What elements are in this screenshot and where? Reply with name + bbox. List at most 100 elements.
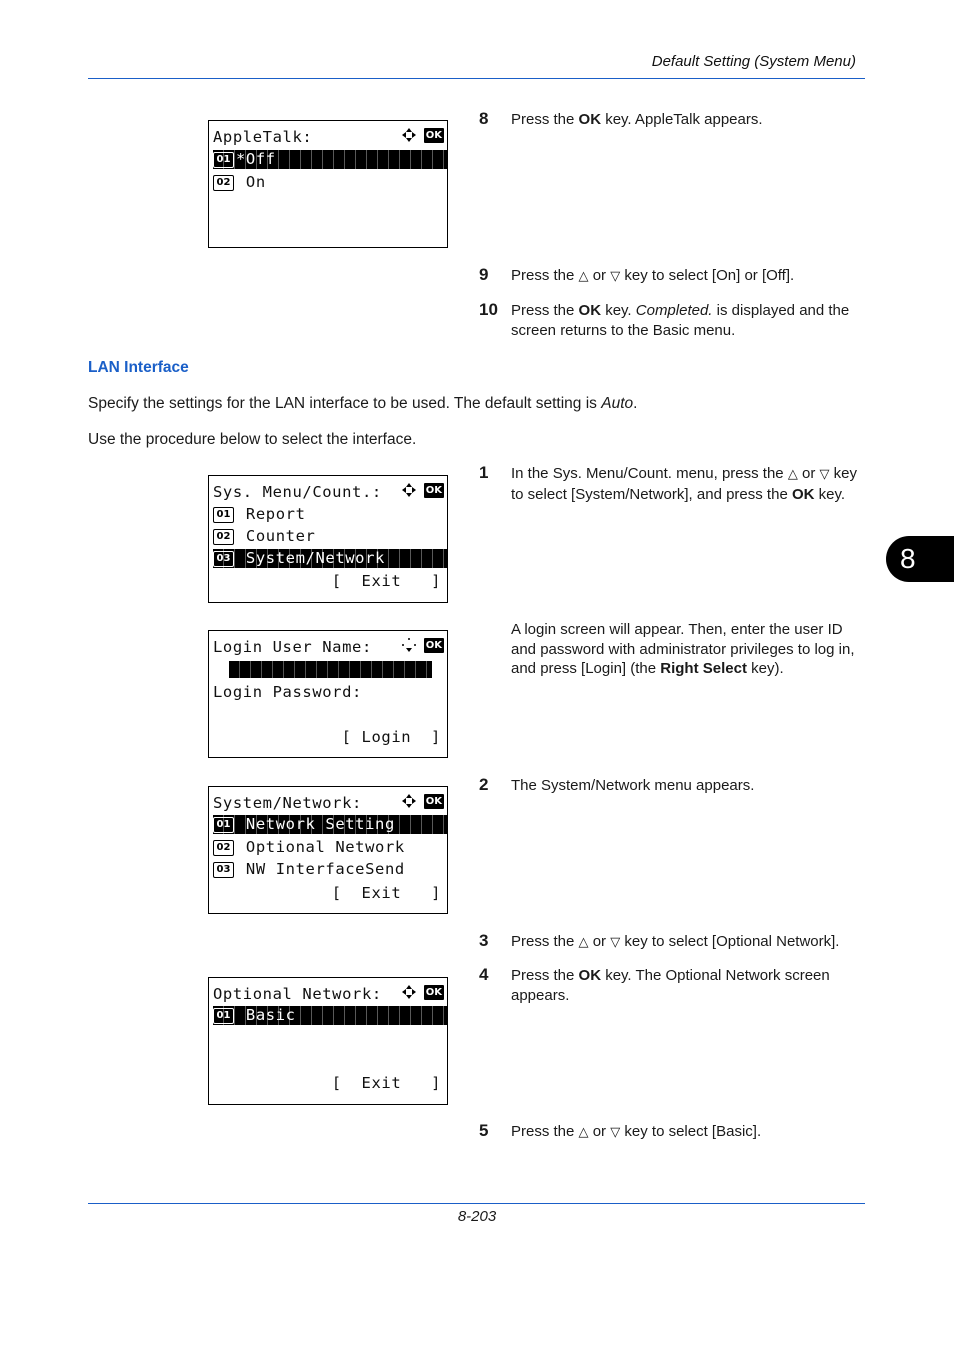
lcd-item-nw-interface-send: 03 NW InterfaceSend [213,860,447,879]
step-text: key. [601,302,636,319]
step-text: In the Sys. Menu/Count. menu, press the [511,465,788,482]
step-text: key to select [Basic]. [620,1123,762,1140]
step-2: 2 The System/Network menu appears. [479,775,869,796]
step-8: 8 Press the OK key. AppleTalk appears. [479,109,869,130]
lcd-item-counter: 02 Counter [213,527,447,546]
lcd-item-report: 01 Report [213,505,447,524]
up-triangle-icon: △ [578,1125,589,1140]
lcd-item-optional-network: 02 Optional Network [213,838,447,857]
footer-divider [88,1203,865,1204]
section-heading: LAN Interface [88,359,189,376]
step-text: Press the [511,1123,579,1140]
four-way-arrow-icon [401,128,416,142]
step-text: key. AppleTalk appears. [601,111,763,128]
ok-key-label: OK [578,111,602,128]
step-5: 5 Press the △ or ▽ key to select [Basic]… [479,1121,869,1143]
lcd-item-network-setting: 01 Network Setting [213,815,447,834]
login-user-name-input [229,661,432,678]
up-triangle-icon: △ [578,269,589,284]
item-label: Basic [236,1006,296,1024]
down-triangle-icon: ▽ [819,467,830,482]
step-number: 3 [479,931,489,950]
step-1: 1 In the Sys. Menu/Count. menu, press th… [479,463,869,504]
login-password-label: Login Password: [213,683,362,701]
ok-key-icon: OK [423,482,444,498]
item-label: System/Network [236,549,385,567]
header-divider [88,78,865,79]
item-number-badge: 01 [213,817,234,833]
running-header: Default Setting (System Menu) [651,53,856,70]
ok-key-icon: OK [423,793,444,809]
completed-message: Completed. [635,302,713,319]
step-text: Press the [511,933,579,950]
item-number-badge: 01 [213,507,234,523]
step-text: Press the [511,111,579,128]
page-number: 8-203 [457,1208,497,1225]
item-number-badge: 03 [213,551,234,567]
ok-key-icon: OK [423,127,444,143]
item-number-badge: 01 [213,152,234,168]
lcd-icons: OK [401,127,444,143]
step-number: 10 [479,300,498,319]
step-4: 4 Press the OK key. The Optional Network… [479,965,869,1005]
item-number-badge: 02 [213,529,234,545]
lcd-item-on: 02 On [213,173,447,192]
login-note: A login screen will appear. Then, enter … [479,620,869,679]
lcd-screen-system-network: System/Network: OK 01 Network Setting 02… [208,786,448,914]
ok-key-icon: OK [423,984,444,1000]
item-label: *Off [236,150,276,168]
lcd-item-basic: 01 Basic [213,1006,447,1025]
lcd-icons: OK [401,984,444,1000]
lcd-icons: OK [401,637,444,653]
item-label: Optional Network [236,838,405,856]
step-text: key to select [On] or [Off]. [620,267,795,284]
up-triangle-icon: △ [787,467,798,482]
step-text: or [588,1123,611,1140]
lcd-screen-login: Login User Name: OK Login Password: [ Lo… [208,630,448,758]
step-number: 4 [479,965,489,984]
section-intro: Specify the settings for the LAN interfa… [88,395,637,413]
down-triangle-icon: ▽ [610,1125,621,1140]
item-number-badge: 02 [213,175,234,191]
item-label: Network Setting [236,815,395,833]
step-number: 2 [479,775,489,794]
chapter-tab[interactable]: 8 [886,536,954,582]
procedure-note: Use the procedure below to select the in… [88,431,417,448]
step-number: 1 [479,463,489,482]
step-number: 5 [479,1121,489,1140]
step-text: key. [814,485,846,503]
ok-key-label: OK [791,485,815,503]
ok-key-label: OK [578,967,602,984]
lcd-screen-sys-menu: Sys. Menu/Count.: OK 01 Report 02 Counte… [208,475,448,603]
item-label: Report [236,505,306,523]
four-way-arrow-icon [401,794,416,808]
item-number-badge: 02 [213,840,234,856]
step-number: 8 [479,109,489,128]
lcd-icons: OK [401,482,444,498]
exit-softkey: [ Exit ] [331,884,441,902]
four-way-arrow-icon [401,483,416,497]
item-label: Counter [236,527,316,545]
down-arrow-dotted-icon [401,638,416,652]
step-text: The System/Network menu appears. [511,777,755,794]
step-text: key to select [Optional Network]. [620,933,840,950]
step-text: key). [746,660,784,677]
item-number-badge: 01 [213,1008,234,1024]
step-text: Press the [511,967,579,984]
exit-softkey: [ Exit ] [331,572,441,590]
lcd-screen-optional-network: Optional Network: OK 01 Basic [ Exit ] [208,977,448,1105]
item-label: On [236,173,266,191]
step-text: or [588,933,611,950]
item-label: NW InterfaceSend [236,860,405,878]
step-9: 9 Press the △ or ▽ key to select [On] or… [479,265,869,287]
down-triangle-icon: ▽ [610,935,621,950]
default-value: Auto [601,395,634,412]
intro-text: . [633,395,638,412]
login-softkey: [ Login ] [341,728,441,746]
down-triangle-icon: ▽ [610,269,621,284]
lcd-item-system-network: 03 System/Network [213,549,447,568]
up-triangle-icon: △ [578,935,589,950]
step-text: or [797,465,820,482]
step-text: Press the [511,267,579,284]
step-text: or [588,267,611,284]
